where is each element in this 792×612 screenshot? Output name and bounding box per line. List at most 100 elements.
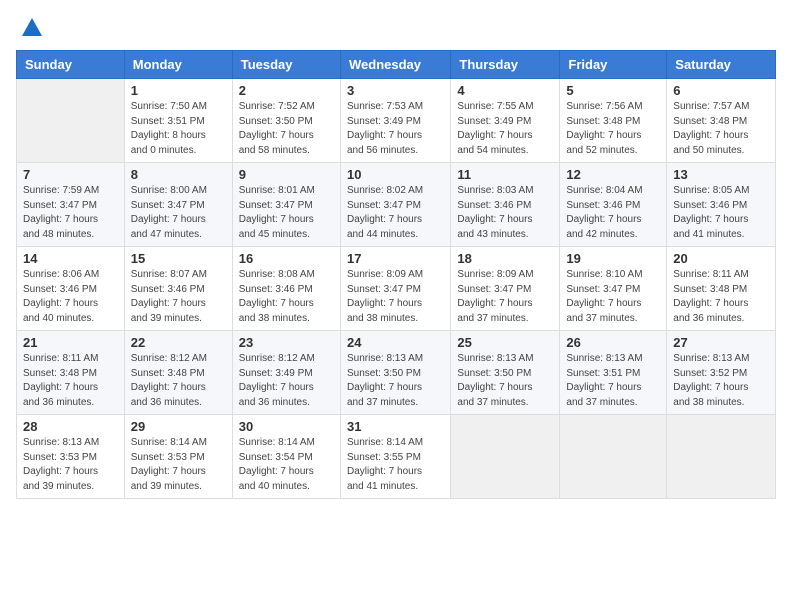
- calendar-cell: 11 Sunrise: 8:03 AM Sunset: 3:46 PM Dayli…: [451, 163, 560, 247]
- cell-info: Sunrise: 8:05 AM Sunset: 3:46 PM Dayligh…: [673, 184, 769, 242]
- cell-info: Sunrise: 8:13 AM Sunset: 3:51 PM Dayligh…: [566, 352, 660, 410]
- calendar-cell: 15 Sunrise: 8:07 AM Sunset: 3:46 PM Dayli…: [124, 247, 232, 331]
- cell-info: Sunrise: 8:11 AM Sunset: 3:48 PM Dayligh…: [673, 268, 769, 326]
- day-header-sunday: Sunday: [17, 51, 125, 79]
- day-number: 30: [239, 419, 334, 434]
- calendar-cell: 19Sunrise: 8:10 AM Sunset: 3:47 PM Dayli…: [560, 247, 667, 331]
- day-number: 28: [23, 419, 118, 434]
- logo: [16, 14, 46, 42]
- calendar-page: SundayMondayTuesdayWednesdayThursdayFrid…: [0, 0, 792, 612]
- day-number: 2: [239, 83, 334, 98]
- calendar-cell: 27 Sunrise: 8:13 AM Sunset: 3:52 PM Dayli…: [667, 331, 776, 415]
- cell-info: Sunrise: 8:13 AM Sunset: 3:52 PM Dayligh…: [673, 352, 769, 410]
- day-number: 25: [457, 335, 553, 350]
- calendar-cell: 7 Sunrise: 7:59 AM Sunset: 3:47 PM Daylig…: [17, 163, 125, 247]
- day-header-tuesday: Tuesday: [232, 51, 340, 79]
- cell-info: Sunrise: 8:12 AM Sunset: 3:48 PM Dayligh…: [131, 352, 226, 410]
- day-number: 22: [131, 335, 226, 350]
- cell-info: Sunrise: 8:14 AM Sunset: 3:54 PM Dayligh…: [239, 436, 334, 494]
- calendar-cell: 4 Sunrise: 7:55 AM Sunset: 3:49 PM Daylig…: [451, 79, 560, 163]
- cell-info: Sunrise: 8:03 AM Sunset: 3:46 PM Dayligh…: [457, 184, 553, 242]
- day-header-wednesday: Wednesday: [340, 51, 450, 79]
- calendar-cell: 13 Sunrise: 8:05 AM Sunset: 3:46 PM Dayli…: [667, 163, 776, 247]
- logo-icon: [18, 14, 46, 42]
- cell-info: Sunrise: 7:52 AM Sunset: 3:50 PM Dayligh…: [239, 100, 334, 158]
- calendar-cell: 31 Sunrise: 8:14 AM Sunset: 3:55 PM Dayli…: [340, 415, 450, 499]
- calendar-cell: 26 Sunrise: 8:13 AM Sunset: 3:51 PM Dayli…: [560, 331, 667, 415]
- calendar-cell: 23 Sunrise: 8:12 AM Sunset: 3:49 PM Dayli…: [232, 331, 340, 415]
- day-number: 7: [23, 167, 118, 182]
- calendar-cell: 17Sunrise: 8:09 AM Sunset: 3:47 PM Dayli…: [340, 247, 450, 331]
- calendar-cell: 6 Sunrise: 7:57 AM Sunset: 3:48 PM Daylig…: [667, 79, 776, 163]
- calendar-cell: 8 Sunrise: 8:00 AM Sunset: 3:47 PM Daylig…: [124, 163, 232, 247]
- cell-info: Sunrise: 8:14 AM Sunset: 3:55 PM Dayligh…: [347, 436, 444, 494]
- cell-info: Sunrise: 8:13 AM Sunset: 3:53 PM Dayligh…: [23, 436, 118, 494]
- day-number: 14: [23, 251, 118, 266]
- calendar-cell: 1 Sunrise: 7:50 AM Sunset: 3:51 PM Daylig…: [124, 79, 232, 163]
- day-number: 10: [347, 167, 444, 182]
- day-number: 24: [347, 335, 444, 350]
- day-header-saturday: Saturday: [667, 51, 776, 79]
- header: [16, 10, 776, 42]
- day-header-friday: Friday: [560, 51, 667, 79]
- cell-info: Sunrise: 8:07 AM Sunset: 3:46 PM Dayligh…: [131, 268, 226, 326]
- cell-info: Sunrise: 7:50 AM Sunset: 3:51 PM Dayligh…: [131, 100, 226, 158]
- calendar-cell: 25 Sunrise: 8:13 AM Sunset: 3:50 PM Dayli…: [451, 331, 560, 415]
- cell-info: Sunrise: 8:04 AM Sunset: 3:46 PM Dayligh…: [566, 184, 660, 242]
- cell-info: Sunrise: 7:55 AM Sunset: 3:49 PM Dayligh…: [457, 100, 553, 158]
- calendar-cell: 21Sunrise: 8:11 AM Sunset: 3:48 PM Dayli…: [17, 331, 125, 415]
- calendar-cell: 9Sunrise: 8:01 AM Sunset: 3:47 PM Daylig…: [232, 163, 340, 247]
- cell-info: Sunrise: 8:09 AM Sunset: 3:47 PM Dayligh…: [457, 268, 553, 326]
- day-number: 1: [131, 83, 226, 98]
- day-number: 20: [673, 251, 769, 266]
- cell-info: Sunrise: 8:02 AM Sunset: 3:47 PM Dayligh…: [347, 184, 444, 242]
- day-number: 15: [131, 251, 226, 266]
- calendar-cell: 29 Sunrise: 8:14 AM Sunset: 3:53 PM Dayli…: [124, 415, 232, 499]
- cell-info: Sunrise: 8:12 AM Sunset: 3:49 PM Dayligh…: [239, 352, 334, 410]
- cell-info: Sunrise: 8:08 AM Sunset: 3:46 PM Dayligh…: [239, 268, 334, 326]
- calendar-cell: 24 Sunrise: 8:13 AM Sunset: 3:50 PM Dayli…: [340, 331, 450, 415]
- day-number: 11: [457, 167, 553, 182]
- day-number: 27: [673, 335, 769, 350]
- week-row-1: 1 Sunrise: 7:50 AM Sunset: 3:51 PM Daylig…: [17, 79, 776, 163]
- calendar-cell: 14 Sunrise: 8:06 AM Sunset: 3:46 PM Dayli…: [17, 247, 125, 331]
- day-header-thursday: Thursday: [451, 51, 560, 79]
- cell-info: Sunrise: 7:59 AM Sunset: 3:47 PM Dayligh…: [23, 184, 118, 242]
- day-number: 31: [347, 419, 444, 434]
- day-number: 3: [347, 83, 444, 98]
- cell-info: Sunrise: 8:14 AM Sunset: 3:53 PM Dayligh…: [131, 436, 226, 494]
- day-number: 13: [673, 167, 769, 182]
- cell-info: Sunrise: 8:06 AM Sunset: 3:46 PM Dayligh…: [23, 268, 118, 326]
- calendar-cell: [17, 79, 125, 163]
- calendar-cell: 30 Sunrise: 8:14 AM Sunset: 3:54 PM Dayli…: [232, 415, 340, 499]
- cell-info: Sunrise: 8:13 AM Sunset: 3:50 PM Dayligh…: [347, 352, 444, 410]
- calendar-cell: 3 Sunrise: 7:53 AM Sunset: 3:49 PM Daylig…: [340, 79, 450, 163]
- cell-info: Sunrise: 7:53 AM Sunset: 3:49 PM Dayligh…: [347, 100, 444, 158]
- calendar-table: SundayMondayTuesdayWednesdayThursdayFrid…: [16, 50, 776, 499]
- day-number: 23: [239, 335, 334, 350]
- calendar-cell: 10 Sunrise: 8:02 AM Sunset: 3:47 PM Dayli…: [340, 163, 450, 247]
- cell-info: Sunrise: 8:09 AM Sunset: 3:47 PM Dayligh…: [347, 268, 444, 326]
- calendar-cell: [667, 415, 776, 499]
- calendar-cell: 2 Sunrise: 7:52 AM Sunset: 3:50 PM Daylig…: [232, 79, 340, 163]
- day-number: 6: [673, 83, 769, 98]
- cell-info: Sunrise: 8:01 AM Sunset: 3:47 PM Dayligh…: [239, 184, 334, 242]
- calendar-cell: 28 Sunrise: 8:13 AM Sunset: 3:53 PM Dayli…: [17, 415, 125, 499]
- day-number: 21: [23, 335, 118, 350]
- cell-info: Sunrise: 8:13 AM Sunset: 3:50 PM Dayligh…: [457, 352, 553, 410]
- calendar-cell: [451, 415, 560, 499]
- week-row-2: 7 Sunrise: 7:59 AM Sunset: 3:47 PM Daylig…: [17, 163, 776, 247]
- day-number: 26: [566, 335, 660, 350]
- day-number: 19: [566, 251, 660, 266]
- calendar-cell: 12 Sunrise: 8:04 AM Sunset: 3:46 PM Dayli…: [560, 163, 667, 247]
- day-number: 12: [566, 167, 660, 182]
- cell-info: Sunrise: 7:56 AM Sunset: 3:48 PM Dayligh…: [566, 100, 660, 158]
- week-row-4: 21Sunrise: 8:11 AM Sunset: 3:48 PM Dayli…: [17, 331, 776, 415]
- cell-info: Sunrise: 7:57 AM Sunset: 3:48 PM Dayligh…: [673, 100, 769, 158]
- day-number: 4: [457, 83, 553, 98]
- cell-info: Sunrise: 8:00 AM Sunset: 3:47 PM Dayligh…: [131, 184, 226, 242]
- day-number: 8: [131, 167, 226, 182]
- day-number: 18: [457, 251, 553, 266]
- day-number: 29: [131, 419, 226, 434]
- calendar-cell: 16Sunrise: 8:08 AM Sunset: 3:46 PM Dayli…: [232, 247, 340, 331]
